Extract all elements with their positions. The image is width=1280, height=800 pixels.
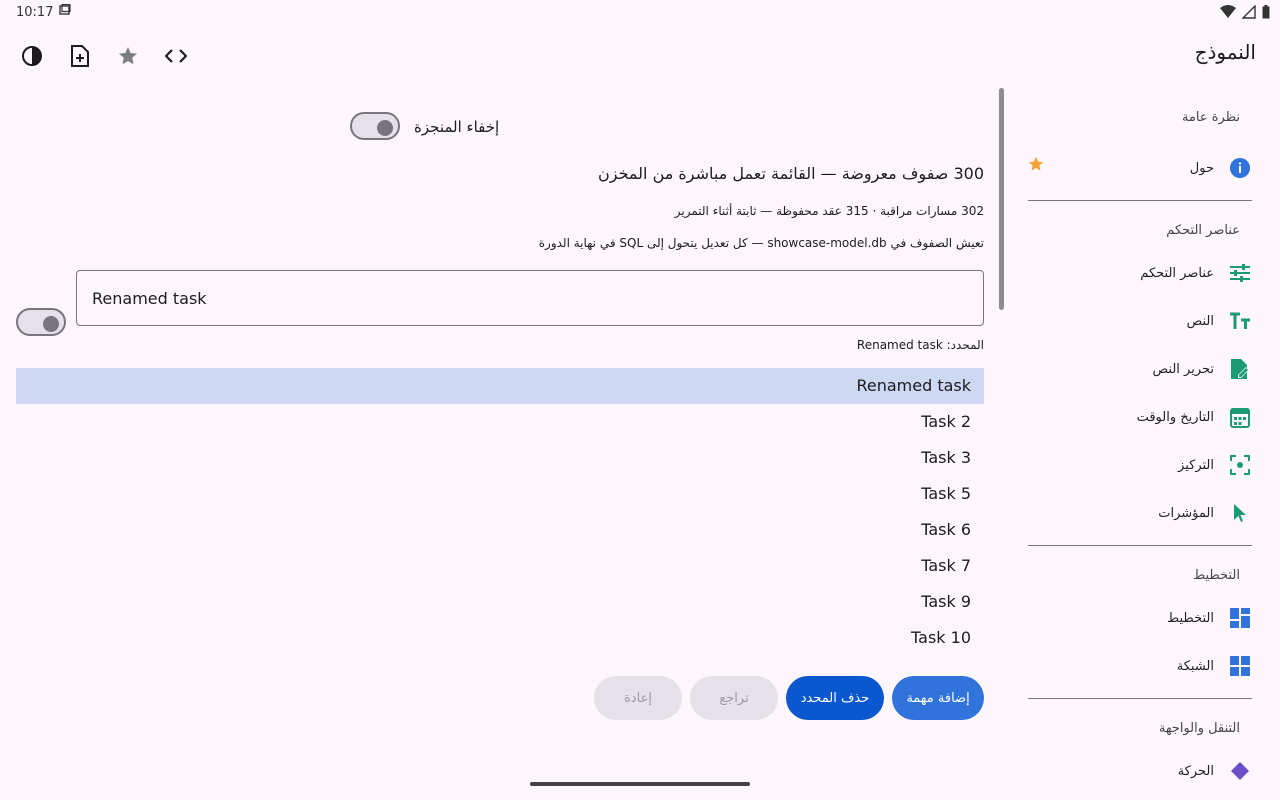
sidebar-section-navigation: التنقل والواجهة [1158,721,1240,736]
sidebar-item-label: حول [1189,160,1214,176]
tracking-stats: 302 مسارات مراقبة · 315 عقد محفوظة — ثاب… [674,204,984,218]
sidebar-item-edit-text[interactable]: تحرير النص [1028,345,1252,393]
sidebar-item-label: الحركة [1177,763,1214,779]
view-code-button[interactable] [156,36,196,76]
scrollbar-thumb[interactable] [999,88,1004,310]
rows-summary: 300 صفوف معروضة — القائمة تعمل مباشرة من… [598,164,984,183]
center-focus-icon [1228,453,1252,477]
sidebar-item-pointers[interactable]: المؤشرات [1028,489,1252,537]
list-item[interactable]: Task 5 [16,476,984,512]
sidebar-item-controls[interactable]: عناصر التحكم [1028,249,1252,297]
status-bar-time: 10:17 [16,3,72,20]
no-signal-icon [1241,4,1256,23]
selected-task-line: المحدد: Renamed task [857,338,984,352]
add-task-button[interactable]: إضافة مهمة [892,676,984,720]
sidebar-item-motion[interactable]: الحركة [1028,747,1252,795]
delete-selected-button[interactable]: حذف المحدد [786,676,884,720]
dashboard-icon [1228,606,1252,630]
list-item[interactable]: Task 2 [16,404,984,440]
text-fields-icon [1228,309,1252,333]
navigation-icon [1228,759,1252,783]
new-document-button[interactable] [60,36,100,76]
note-add-icon [71,45,89,67]
sidebar-item-label: تحرير النص [1152,361,1214,377]
sidebar-item-label: التاريخ والوقت [1136,409,1214,425]
sidebar-section-overview: نظرة عامة [1181,110,1240,125]
sidebar-section-layout: التخطيط [1193,568,1240,583]
calendar-icon [1228,405,1252,429]
sidebar-item-label: التخطيط [1167,610,1214,626]
favorite-button[interactable] [108,36,148,76]
wifi-icon [1220,4,1236,23]
sidebar-item-label: المؤشرات [1158,505,1214,521]
battery-icon [1262,4,1270,23]
sidebar-item-label: النص [1186,313,1214,329]
theme-toggle-button[interactable] [12,36,52,76]
selected-value: Renamed task [856,338,943,352]
sidebar-item-layout[interactable]: التخطيط [1028,594,1252,642]
pointer-icon [1228,501,1252,525]
contrast-icon [22,46,42,66]
task-name-input[interactable] [76,270,984,326]
sidebar-item-date-time[interactable]: التاريخ والوقت [1028,393,1252,441]
navigation-sidebar: نظرة عامة حول عناصر التحكم عناصر التحكم … [1028,88,1252,800]
hide-done-switch[interactable] [350,112,400,140]
sidebar-item-label: التركيز [1178,457,1214,473]
page-title: النموذج [1194,40,1256,64]
starred-icon [1028,156,1044,176]
list-item[interactable]: Renamed task [16,368,984,404]
undo-button[interactable]: تراجع [690,676,778,720]
sidebar-item-label: الشبكة [1176,658,1214,674]
code-icon [165,49,187,63]
switch-thumb [377,120,393,136]
list-item[interactable]: Task 6 [16,512,984,548]
status-icons [1220,4,1270,23]
sidebar-item-grid[interactable]: الشبكة [1028,642,1252,690]
list-item[interactable]: Task 7 [16,548,984,584]
sidebar-section-controls: عناصر التحكم [1166,223,1240,238]
edit-document-icon [1228,357,1252,381]
home-gesture-bar[interactable] [530,782,750,786]
task-done-switch[interactable] [16,308,66,336]
list-item[interactable]: Task 3 [16,440,984,476]
selected-prefix: المحدد: [946,338,984,352]
info-icon [1228,156,1252,180]
sidebar-item-text[interactable]: النص [1028,297,1252,345]
tune-icon [1228,261,1252,285]
list-item[interactable]: Task 9 [16,584,984,620]
grid-icon [1228,654,1252,678]
sidebar-item-focus[interactable]: التركيز [1028,441,1252,489]
task-list: Renamed task Task 2 Task 3 Task 5 Task 6… [16,368,984,656]
sidebar-item-label: عناصر التحكم [1140,265,1214,281]
screen-icon [59,3,72,20]
sidebar-item-about[interactable]: حول [1028,144,1252,192]
hide-done-label: إخفاء المنجزة [414,118,500,136]
switch-thumb [43,316,59,332]
clock: 10:17 [16,4,54,20]
storage-note: تعيش الصفوف في showcase-model.db — كل تع… [538,236,984,250]
list-item[interactable]: Task 10 [16,620,984,656]
redo-button[interactable]: إعادة [594,676,682,720]
star-icon [119,47,137,65]
